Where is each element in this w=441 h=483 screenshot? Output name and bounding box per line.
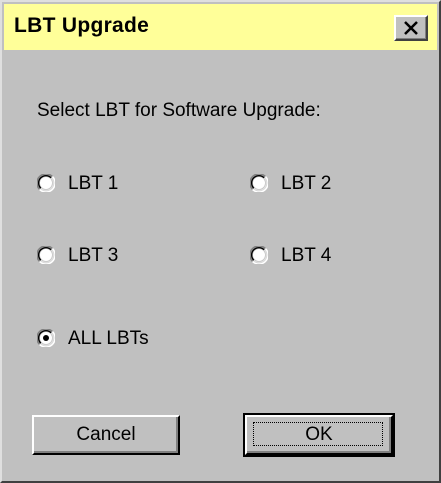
- ok-button[interactable]: OK: [243, 413, 395, 457]
- close-button[interactable]: [394, 15, 428, 41]
- radio-label: ALL LBTs: [68, 328, 149, 349]
- radio-label: LBT 1: [68, 173, 119, 194]
- radio-circle-icon: [36, 328, 56, 348]
- prompt-label: Select LBT for Software Upgrade:: [37, 100, 321, 121]
- radio-circle-icon: [249, 245, 269, 265]
- radio-selected-dot: [43, 335, 49, 341]
- close-x-icon: [404, 21, 418, 35]
- lbt-upgrade-dialog: LBT Upgrade Select LBT for Software Upgr…: [0, 0, 441, 483]
- radio-label: LBT 3: [68, 245, 119, 266]
- radio-circle-icon: [36, 245, 56, 265]
- cancel-button[interactable]: Cancel: [32, 415, 180, 455]
- radio-circle-icon: [249, 173, 269, 193]
- dialog-title: LBT Upgrade: [14, 14, 150, 37]
- radio-circle-icon: [36, 173, 56, 193]
- title-bar: LBT Upgrade: [4, 4, 437, 50]
- radio-label: LBT 2: [281, 173, 332, 194]
- radio-label: LBT 4: [281, 245, 332, 266]
- ok-button-label: OK: [305, 424, 333, 445]
